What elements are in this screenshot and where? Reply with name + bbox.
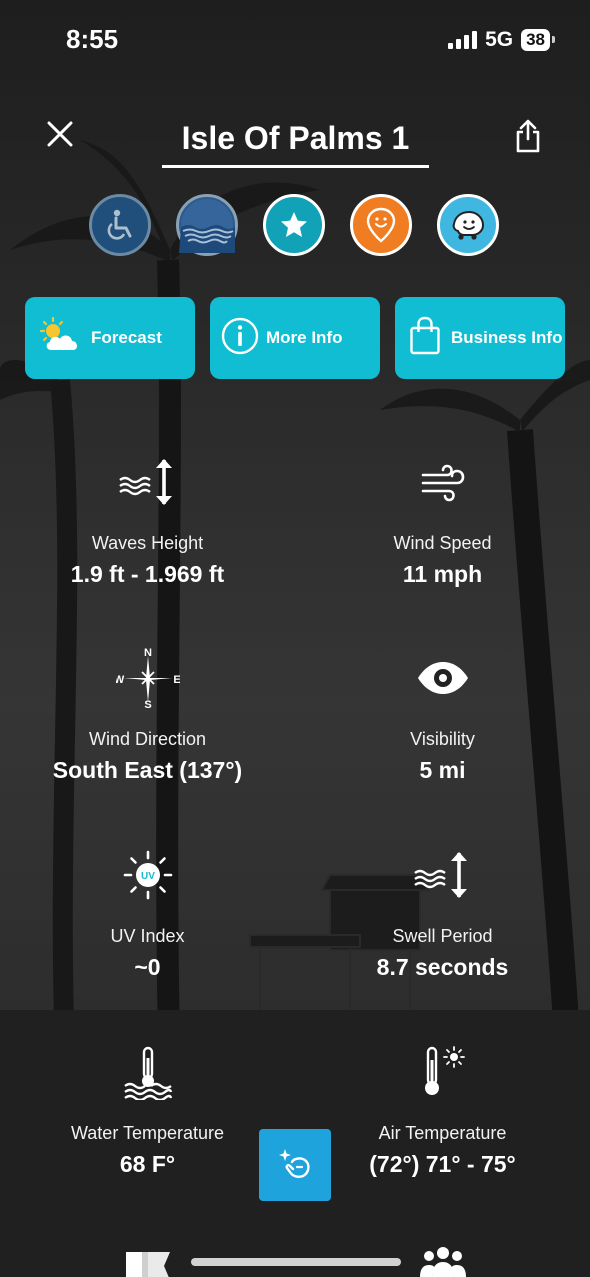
uv-index-value: ~0 bbox=[134, 954, 161, 980]
metric-air-temperature: Air Temperature (72°) 71° - 75° bbox=[295, 1042, 590, 1178]
compass-s: S bbox=[144, 699, 151, 708]
waves-icon bbox=[179, 199, 235, 253]
status-bar: 8:55 5G 38 bbox=[0, 0, 590, 80]
forecast-button[interactable]: Forecast bbox=[25, 297, 195, 379]
visibility-value: 5 mi bbox=[419, 757, 466, 783]
favorite-badge[interactable] bbox=[263, 194, 325, 256]
wind-icon bbox=[295, 452, 590, 512]
wind-speed-label: Wind Speed bbox=[393, 533, 492, 553]
star-icon bbox=[281, 212, 307, 237]
uv-badge-text: UV bbox=[141, 871, 155, 882]
business-info-button[interactable]: Business Info bbox=[395, 297, 565, 379]
people-group-icon bbox=[420, 1247, 466, 1277]
more-info-button[interactable]: More Info bbox=[210, 297, 380, 379]
more-info-label: More Info bbox=[266, 328, 343, 347]
compass-n: N bbox=[144, 648, 152, 659]
page-title: Isle Of Palms 1 bbox=[181, 120, 410, 156]
waves-height-value: 1.9 ft - 1.969 ft bbox=[70, 561, 225, 587]
visibility-label: Visibility bbox=[410, 729, 475, 749]
home-indicator[interactable] bbox=[191, 1258, 401, 1266]
metric-swell-period: Swell Period 8.7 seconds bbox=[295, 845, 590, 981]
battery-level: 38 bbox=[521, 29, 555, 51]
metric-visibility: Visibility 5 mi bbox=[295, 648, 590, 784]
wind-direction-label: Wind Direction bbox=[88, 729, 207, 749]
compass-w: W bbox=[116, 674, 125, 686]
wave-height-icon bbox=[0, 452, 295, 512]
action-buttons: Forecast More Info Business Info bbox=[0, 297, 590, 379]
amenity-badges bbox=[0, 194, 590, 258]
compass-e: E bbox=[173, 674, 180, 686]
compass-rose-icon: N E S W bbox=[0, 648, 295, 708]
status-indicators: 5G 38 bbox=[448, 28, 555, 52]
beach-flag-nav-button[interactable] bbox=[124, 1246, 174, 1277]
sparkle-hand-icon bbox=[279, 1149, 310, 1178]
water-temperature-label: Water Temperature bbox=[70, 1123, 225, 1143]
header: Isle Of Palms 1 bbox=[0, 100, 590, 180]
signal-strength-icon bbox=[448, 31, 478, 49]
air-temperature-label: Air Temperature bbox=[378, 1123, 507, 1143]
water-thermometer-icon bbox=[0, 1042, 295, 1102]
shopping-bag-icon bbox=[409, 316, 441, 361]
air-thermometer-icon bbox=[295, 1042, 590, 1102]
swell-period-label: Swell Period bbox=[392, 926, 493, 946]
swell-period-value: 8.7 seconds bbox=[376, 954, 509, 980]
close-button[interactable] bbox=[40, 114, 80, 154]
accessibility-badge[interactable] bbox=[89, 194, 151, 256]
air-temperature-value: (72°) 71° - 75° bbox=[369, 1151, 516, 1177]
flag-icon bbox=[126, 1252, 170, 1277]
metric-water-temperature: Water Temperature 68 F° bbox=[0, 1042, 295, 1178]
water-temperature-value: 68 F° bbox=[119, 1151, 176, 1177]
close-icon bbox=[47, 121, 73, 147]
title-underline bbox=[162, 165, 429, 168]
info-icon bbox=[220, 316, 260, 361]
blue-flag-badge[interactable] bbox=[176, 194, 238, 256]
metric-wind-direction: N E S W Wind Direction South East (137°) bbox=[0, 648, 295, 784]
metric-wind-speed: Wind Speed 11 mph bbox=[295, 452, 590, 588]
map-pin-smile-icon bbox=[366, 207, 396, 243]
wind-speed-value: 11 mph bbox=[402, 561, 483, 587]
share-icon bbox=[516, 119, 540, 153]
metric-uv-index: UV UV Index ~0 bbox=[0, 845, 295, 981]
share-button[interactable] bbox=[508, 114, 548, 158]
network-label: 5G bbox=[485, 28, 514, 51]
metric-waves-height: Waves Height 1.9 ft - 1.969 ft bbox=[0, 452, 295, 588]
waze-icon bbox=[452, 210, 485, 240]
swell-icon bbox=[295, 845, 590, 905]
page-title-wrap: Isle Of Palms 1 bbox=[162, 116, 429, 168]
status-time: 8:55 bbox=[66, 24, 119, 54]
wind-direction-value: South East (137°) bbox=[52, 757, 243, 783]
wheelchair-icon bbox=[107, 209, 132, 240]
community-nav-button[interactable] bbox=[420, 1244, 466, 1277]
uv-index-label: UV Index bbox=[110, 926, 185, 946]
waves-height-label: Waves Height bbox=[91, 533, 204, 553]
business-info-label: Business Info bbox=[451, 328, 563, 347]
forecast-label: Forecast bbox=[91, 328, 162, 347]
ai-assistant-button[interactable] bbox=[259, 1129, 331, 1201]
waze-badge[interactable] bbox=[437, 194, 499, 256]
partly-cloudy-icon bbox=[37, 316, 85, 361]
eye-icon bbox=[295, 648, 590, 708]
bottom-navigation bbox=[0, 1236, 590, 1277]
location-pin-badge[interactable] bbox=[350, 194, 412, 256]
uv-sun-icon: UV bbox=[0, 845, 295, 905]
